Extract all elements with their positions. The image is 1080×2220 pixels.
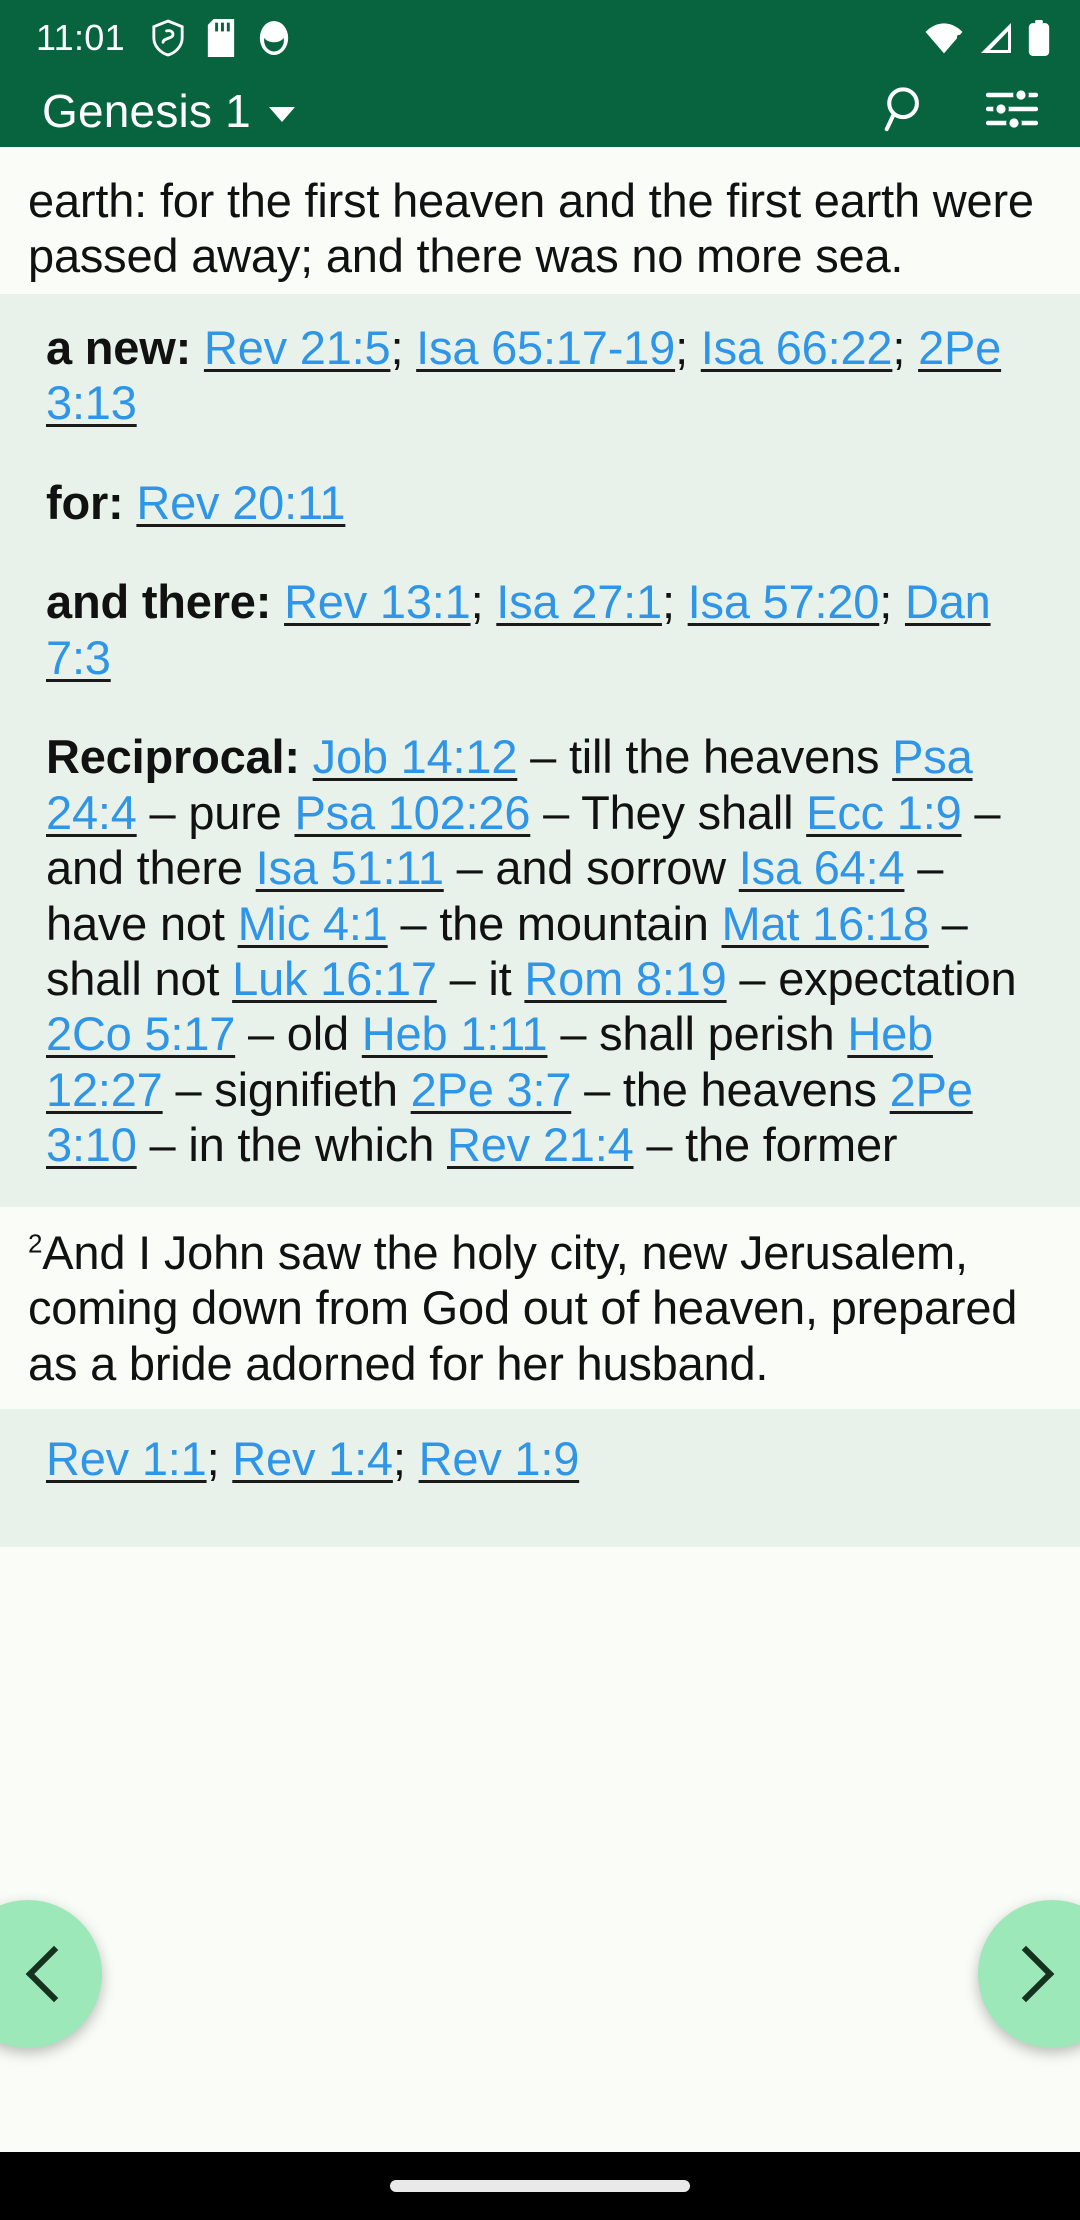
verse-text-2: And I John saw the holy city, new Jerusa… — [28, 1225, 1018, 1390]
chevron-left-icon — [25, 1945, 83, 2003]
xref-note: – pure — [136, 785, 295, 839]
xref-link[interactable]: Mat 16:18 — [722, 897, 929, 950]
xref-link[interactable]: 2Co 5:17 — [46, 1007, 235, 1060]
page-title: Genesis 1 — [42, 85, 251, 137]
search-button[interactable] — [880, 84, 930, 139]
xref-link[interactable]: Mic 4:1 — [238, 897, 388, 950]
chevron-down-icon — [268, 106, 295, 122]
cross-reference-panel-bottom: Rev 1:1; Rev 1:4; Rev 1:9 — [0, 1409, 1080, 1547]
xref-group-reciprocal: Reciprocal: Job 14:12 – till the heavens… — [46, 729, 1034, 1173]
xref-note: – it — [436, 951, 525, 1005]
xref-link[interactable]: Rev 21:4 — [447, 1118, 634, 1171]
xref-link[interactable]: Luk 16:17 — [232, 952, 437, 1005]
verse-text-top: earth: for the first heaven and the firs… — [28, 174, 1034, 283]
xref-link[interactable]: Job 14:12 — [313, 730, 518, 783]
xref-note: – the former — [633, 1118, 898, 1172]
status-left-icons — [151, 18, 291, 57]
xref-group-for: for: Rev 20:11 — [46, 475, 1034, 530]
app-badge-icon — [259, 20, 289, 55]
shield-vpn-icon — [152, 18, 184, 56]
xref-label: and there: — [46, 575, 272, 629]
xref-link[interactable]: Isa 66:22 — [701, 321, 893, 374]
xref-link[interactable]: Heb 1:11 — [362, 1007, 548, 1060]
xref-note: – till the heavens — [517, 730, 893, 784]
verse-paragraph-top: earth: for the first heaven and the firs… — [0, 147, 1080, 294]
xref-link[interactable]: Isa 51:11 — [256, 841, 444, 894]
sliders-icon — [985, 86, 1039, 131]
xref-link[interactable]: Rev 1:1 — [46, 1432, 207, 1485]
reciprocal-entry-list: Job 14:12 – till the heavens Psa 24:4 – … — [46, 730, 1017, 1172]
previous-chapter-button[interactable] — [0, 1900, 102, 2048]
xref-note: – old — [235, 1007, 362, 1061]
xref-label: a new: — [46, 320, 192, 374]
phone-screen: 11:01 Genesis 1 earth: for the first hea… — [0, 0, 1080, 2220]
next-chapter-button[interactable] — [978, 1900, 1080, 2048]
cross-reference-panel: a new: Rev 21:5; Isa 65:17-19; Isa 66:22… — [0, 293, 1080, 1207]
xref-link[interactable]: Rev 1:4 — [232, 1432, 393, 1485]
xref-label: Reciprocal: — [46, 730, 300, 784]
chevron-right-icon — [997, 1945, 1055, 2003]
xref-note: – and sorrow — [443, 841, 739, 895]
app-bar-actions — [880, 84, 1046, 139]
xref-link[interactable]: Psa 102:26 — [294, 786, 530, 839]
xref-link[interactable]: Isa 57:20 — [688, 575, 880, 628]
wifi-icon — [925, 22, 963, 54]
system-navigation-bar — [0, 2152, 1080, 2220]
search-icon — [884, 86, 919, 131]
settings-button[interactable] — [985, 86, 1039, 136]
xref-group-a-new: a new: Rev 21:5; Isa 65:17-19; Isa 66:22… — [46, 320, 1002, 430]
xref-link[interactable]: Ecc 1:9 — [806, 786, 962, 839]
home-gesture-pill[interactable] — [390, 2180, 690, 2192]
sd-card-icon — [207, 18, 235, 57]
xref-group-and-there: and there: Rev 13:1; Isa 27:1; Isa 57:20… — [46, 575, 991, 684]
status-bar: 11:01 — [0, 0, 1080, 75]
xref-link[interactable]: Isa 64:4 — [739, 841, 905, 894]
xref-note: – the heavens — [571, 1062, 890, 1116]
xref-note: – They shall — [530, 785, 807, 839]
xref-note: – in the which — [136, 1118, 447, 1172]
xref-link[interactable]: Rev 13:1 — [284, 575, 471, 628]
xref-link[interactable]: Rom 8:19 — [524, 952, 726, 1005]
reader-content[interactable]: earth: for the first heaven and the firs… — [0, 147, 1080, 2152]
status-clock: 11:01 — [36, 16, 125, 58]
xref-link[interactable]: Rev 1:9 — [419, 1432, 580, 1485]
xref-link[interactable]: 2Pe 3:7 — [411, 1063, 572, 1116]
app-bar: Genesis 1 — [0, 75, 1080, 147]
xref-label: for: — [46, 475, 124, 529]
xref-link[interactable]: Isa 27:1 — [496, 575, 662, 628]
xref-link[interactable]: Rev 20:11 — [136, 476, 345, 529]
status-right-icons — [924, 19, 1050, 56]
verse-number: 2 — [28, 1228, 43, 1259]
verse-paragraph-2: 2And I John saw the holy city, new Jerus… — [0, 1207, 1080, 1409]
xref-note: – signifieth — [162, 1062, 411, 1116]
xref-note: – expectation — [726, 951, 1017, 1005]
xref-note: – shall perish — [547, 1007, 848, 1061]
battery-icon — [1028, 19, 1050, 56]
xref-link[interactable]: Rev 21:5 — [204, 321, 391, 374]
xref-link[interactable]: Isa 65:17-19 — [416, 321, 675, 374]
xref-note: – the mountain — [387, 896, 722, 950]
book-chapter-selector[interactable]: Genesis 1 — [42, 88, 295, 134]
cellular-signal-icon — [981, 22, 1011, 53]
